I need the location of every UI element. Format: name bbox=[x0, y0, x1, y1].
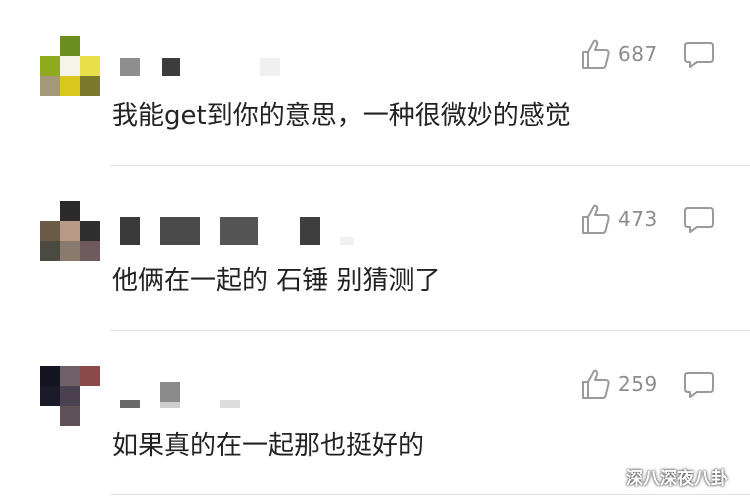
comment-bubble-icon[interactable] bbox=[683, 40, 715, 70]
thumbs-up-icon[interactable] bbox=[580, 203, 610, 235]
comment-text: 他俩在一起的 石锤 别猜测了 bbox=[112, 266, 441, 296]
comment-item: 473 他俩在一起的 石锤 别猜测了 bbox=[0, 165, 750, 330]
avatar-pixel bbox=[80, 386, 100, 406]
avatar-pixel bbox=[80, 201, 100, 221]
avatar-pixel bbox=[40, 221, 60, 241]
thumbs-up-icon[interactable] bbox=[580, 38, 610, 70]
avatar-pixel bbox=[40, 406, 60, 426]
avatar-pixel bbox=[60, 36, 80, 56]
avatar-pixel bbox=[40, 56, 60, 76]
avatar-pixel bbox=[60, 386, 80, 406]
avatar-pixel bbox=[60, 406, 80, 426]
comment-bubble-icon[interactable] bbox=[683, 370, 715, 400]
avatar-pixel bbox=[80, 406, 100, 426]
avatar-pixel bbox=[40, 241, 60, 261]
username-mosaic[interactable] bbox=[118, 52, 328, 80]
comment-item: 687 我能get到你的意思，一种很微妙的感觉 bbox=[0, 0, 750, 165]
like-count: 259 bbox=[618, 372, 658, 396]
avatar[interactable] bbox=[40, 366, 100, 426]
avatar-pixel bbox=[60, 56, 80, 76]
watermark: 深八深夜八卦 bbox=[596, 464, 728, 489]
username-mosaic[interactable] bbox=[118, 217, 354, 245]
avatar[interactable] bbox=[40, 36, 100, 96]
like-count: 473 bbox=[618, 207, 658, 231]
comment-bubble-icon[interactable] bbox=[683, 205, 715, 235]
avatar-pixel bbox=[60, 241, 80, 261]
watermark-text: 深八深夜八卦 bbox=[626, 469, 728, 489]
comment-text: 我能get到你的意思，一种很微妙的感觉 bbox=[112, 101, 571, 131]
comment-text: 如果真的在一起那也挺好的 bbox=[112, 431, 425, 461]
avatar[interactable] bbox=[40, 201, 100, 261]
avatar-pixel bbox=[60, 221, 80, 241]
avatar-pixel bbox=[60, 76, 80, 96]
avatar-pixel bbox=[80, 76, 100, 96]
avatar-pixel bbox=[40, 36, 60, 56]
avatar-pixel bbox=[80, 36, 100, 56]
avatar-pixel bbox=[40, 366, 60, 386]
avatar-pixel bbox=[80, 366, 100, 386]
avatar-pixel bbox=[60, 366, 80, 386]
avatar-pixel bbox=[40, 386, 60, 406]
avatar-pixel bbox=[80, 241, 100, 261]
wechat-icon bbox=[596, 464, 620, 489]
thumbs-up-icon[interactable] bbox=[580, 368, 610, 400]
like-count: 687 bbox=[618, 42, 658, 66]
avatar-pixel bbox=[80, 221, 100, 241]
divider bbox=[110, 494, 750, 495]
avatar-pixel bbox=[40, 201, 60, 221]
avatar-pixel bbox=[80, 56, 100, 76]
avatar-pixel bbox=[60, 201, 80, 221]
username-mosaic[interactable] bbox=[118, 382, 328, 410]
avatar-pixel bbox=[40, 76, 60, 96]
